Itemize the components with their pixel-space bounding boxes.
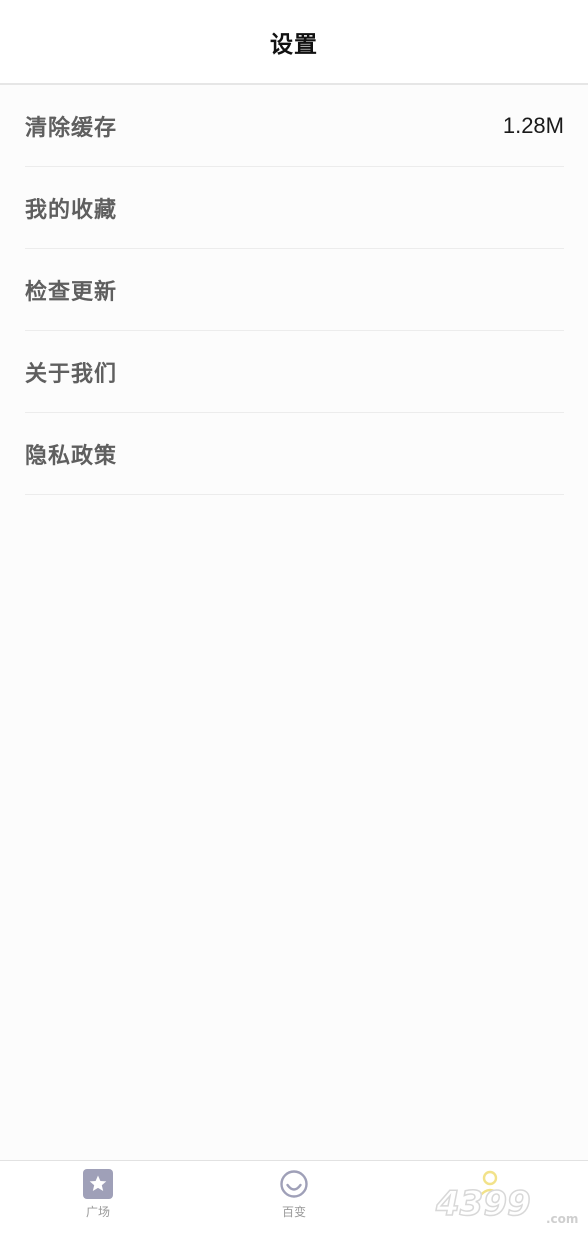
settings-item-check-update[interactable]: 检查更新	[25, 249, 564, 331]
tab-label: 广场	[85, 1205, 110, 1219]
settings-item-label: 我的收藏	[25, 197, 118, 223]
settings-item-about-us[interactable]: 关于我们	[25, 331, 564, 413]
settings-item-clear-cache[interactable]: 清除缓存 1.28M	[25, 85, 564, 167]
site-watermark-logo: 4399 .com	[434, 1183, 578, 1226]
top-bar: 设置	[0, 0, 588, 85]
page-title: 设置	[270, 31, 318, 58]
settings-item-my-favorites[interactable]: 我的收藏	[25, 167, 564, 249]
settings-item-label: 关于我们	[25, 361, 118, 387]
tab-variety[interactable]: 百变	[196, 1161, 392, 1220]
settings-item-label: 检查更新	[25, 279, 118, 305]
svg-text:4399: 4399	[435, 1184, 531, 1224]
star-square-icon	[83, 1169, 113, 1199]
settings-item-label: 隐私政策	[25, 443, 118, 469]
smile-circle-icon	[280, 1170, 308, 1198]
tab-label: 百变	[281, 1205, 306, 1219]
settings-item-privacy-policy[interactable]: 隐私政策	[25, 413, 564, 495]
settings-screen: 设置 清除缓存 1.28M 我的收藏 检查更新 关于我们 隐私政策 广场 百变 …	[0, 0, 588, 1237]
svg-text:.com: .com	[546, 1212, 578, 1226]
settings-list: 清除缓存 1.28M 我的收藏 检查更新 关于我们 隐私政策	[0, 85, 588, 495]
cache-size-value: 1.28M	[502, 112, 564, 138]
settings-item-label: 清除缓存	[25, 115, 118, 141]
tab-plaza[interactable]: 广场	[0, 1161, 196, 1220]
